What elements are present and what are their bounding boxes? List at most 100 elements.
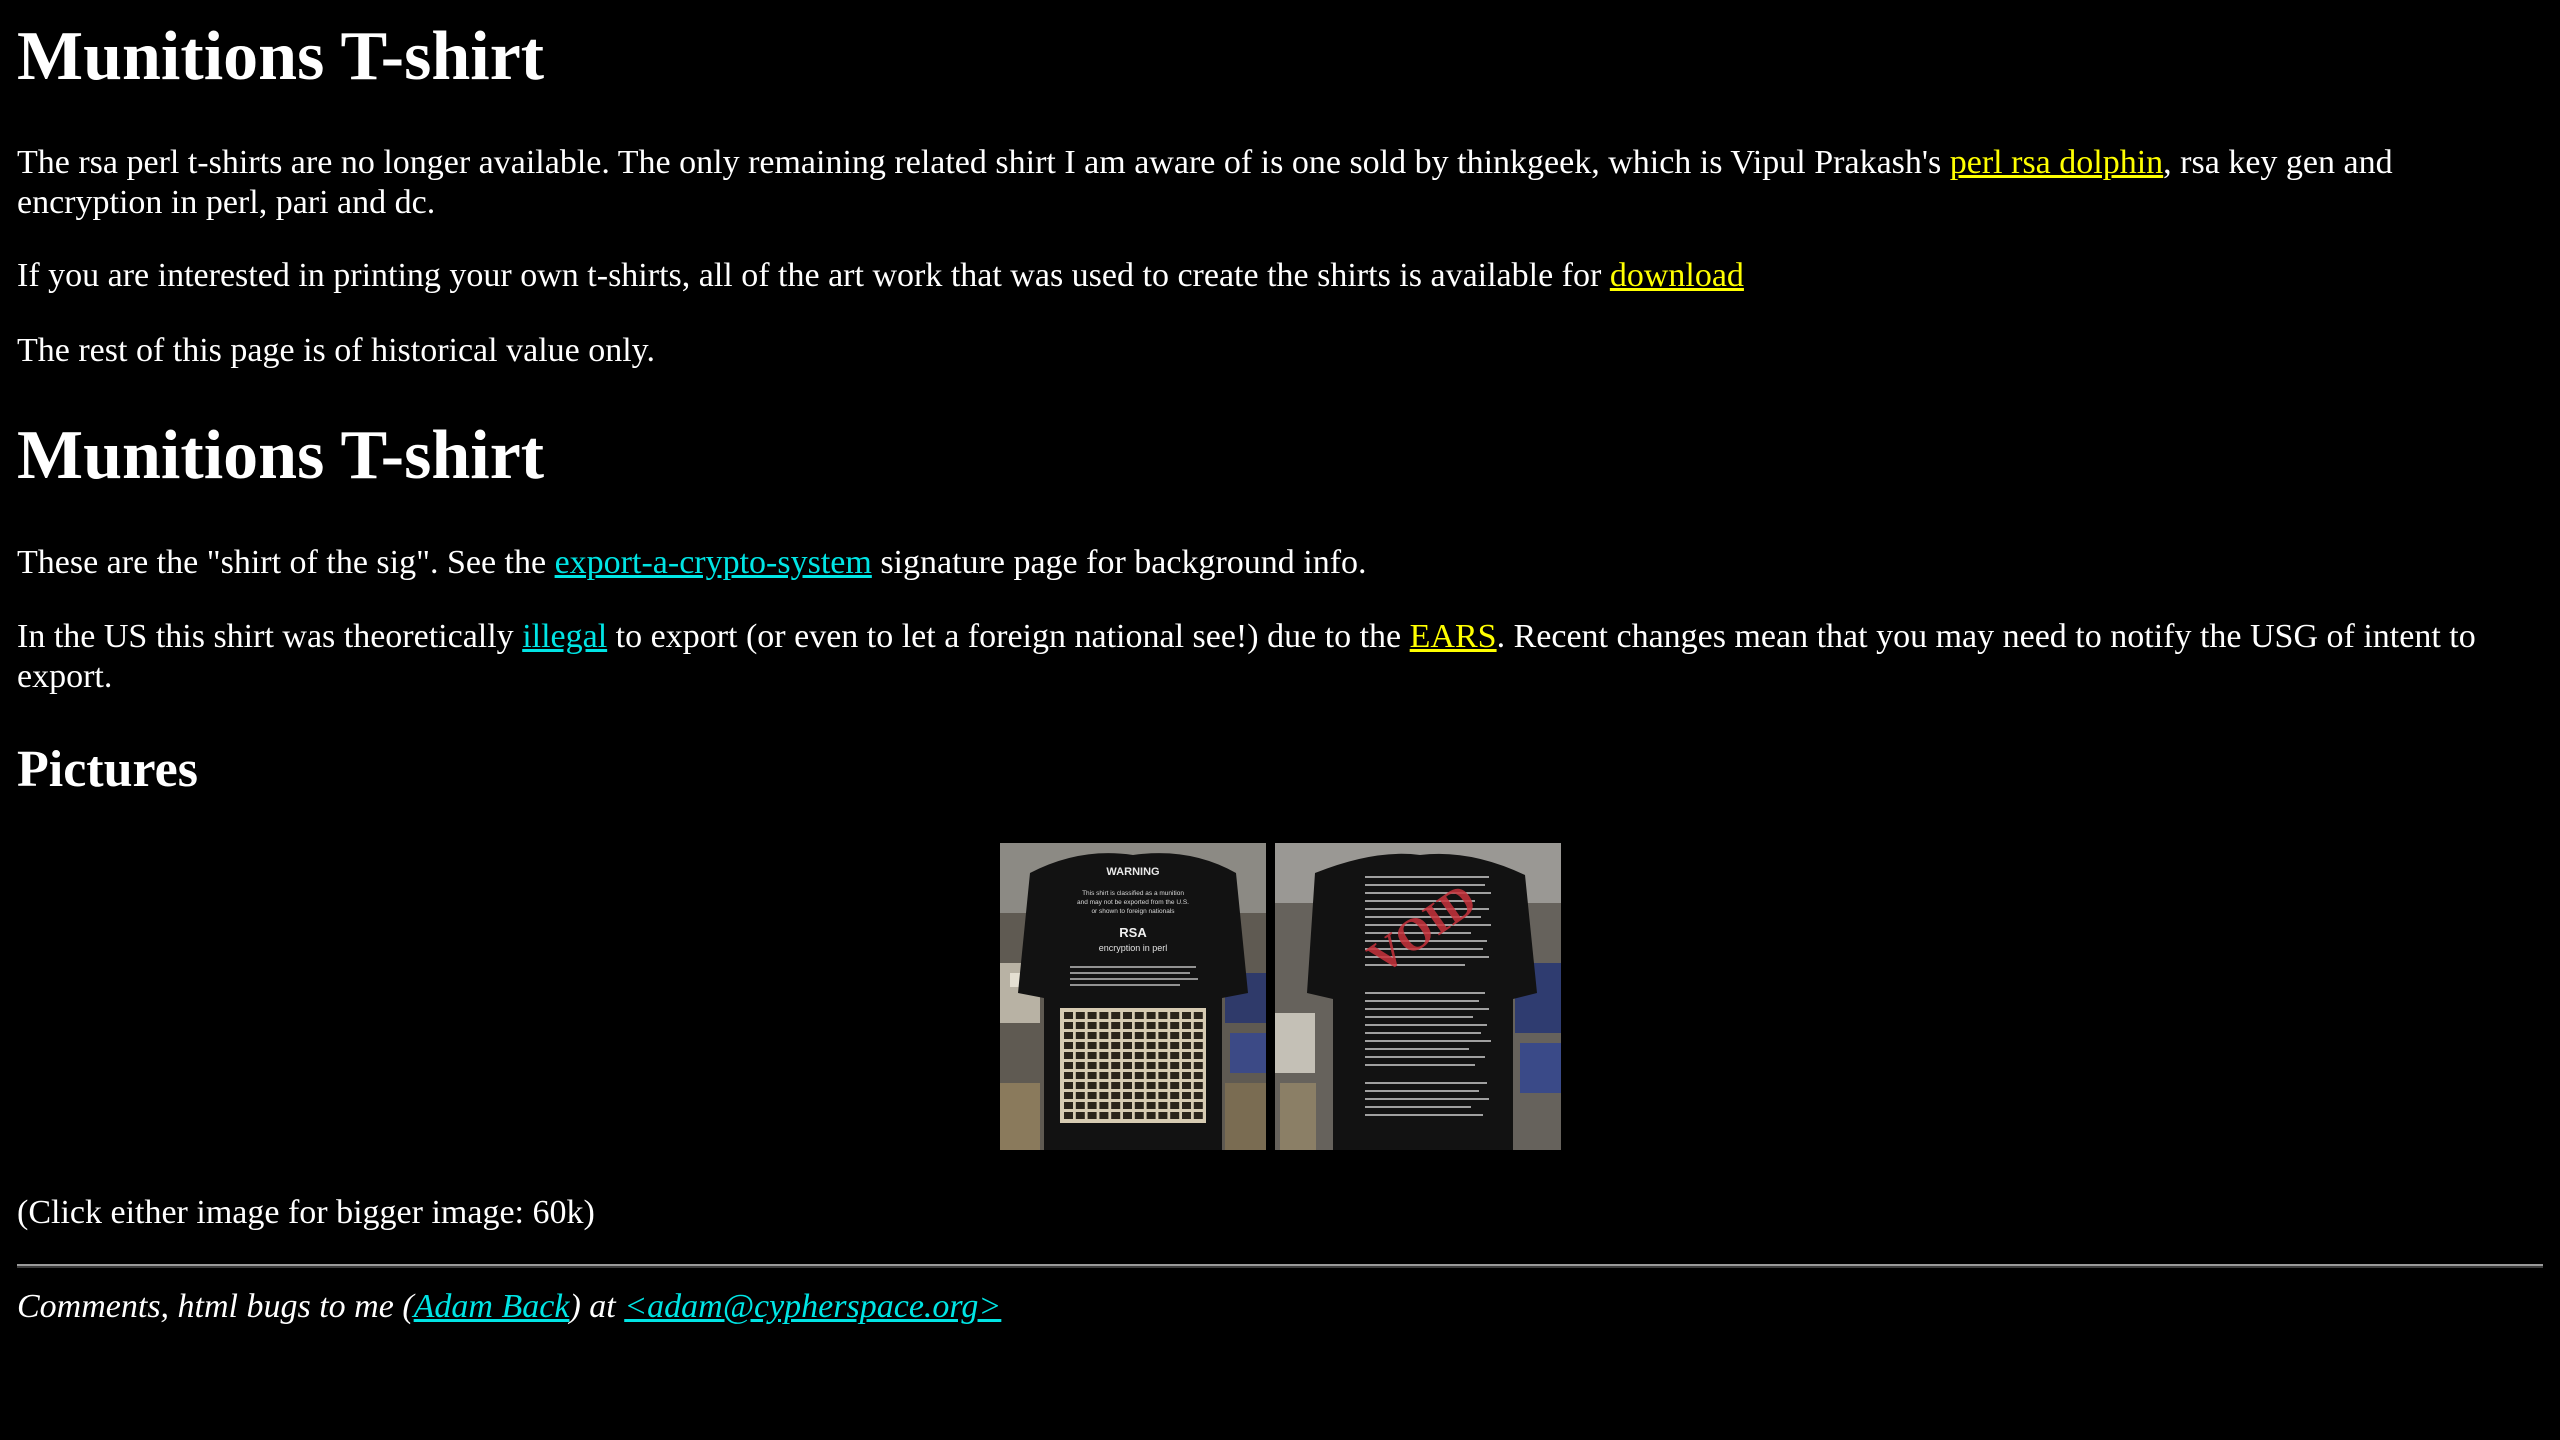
barcode-cell [1111,1082,1121,1089]
barcode-cell [1064,1082,1073,1089]
shirt-pictures: WARNING This shirt is classified as a mu… [1000,843,1561,1150]
barcode-cell [1111,1092,1121,1099]
barcode-cell [1075,1082,1085,1089]
barcode-cell [1087,1062,1097,1069]
barcode-cell [1099,1112,1109,1119]
barcode-cell [1123,1032,1132,1039]
barcode-cell [1182,1062,1191,1069]
barcode-cell [1170,1012,1180,1019]
front-rsa-text: RSA [1119,925,1147,940]
barcode-cell [1123,1062,1132,1069]
barcode-cell [1099,1062,1109,1069]
barcode-cell [1170,1042,1180,1049]
shirt-of-the-sig-paragraph: These are the "shirt of the sig". See th… [17,543,2543,583]
barcode-cell [1075,1032,1085,1039]
barcode-cell [1134,1082,1144,1089]
barcode-cell [1064,1102,1073,1109]
barcode-cell [1064,1032,1073,1039]
svg-text:This shirt is classified as a: This shirt is classified as a munition [1082,890,1184,897]
shirt-back-image[interactable]: VOID [1275,843,1561,1150]
barcode-cell [1146,1052,1156,1059]
barcode-cell [1064,1022,1073,1029]
barcode-cell [1123,1012,1132,1019]
barcode-cell [1064,1062,1073,1069]
barcode-cell [1170,1092,1180,1099]
barcode-cell [1158,1102,1168,1109]
barcode-cell [1123,1102,1132,1109]
barcode-cell [1111,1112,1121,1119]
barcode-cell [1123,1072,1132,1079]
front-small-print: This shirt is classified as a munition a… [1077,890,1189,915]
barcode-cell [1111,1102,1121,1109]
barcode-cell [1111,1062,1121,1069]
barcode-cell [1193,1032,1203,1039]
barcode-cell [1087,1082,1097,1089]
barcode-cell [1158,1012,1168,1019]
illegal-link[interactable]: illegal [522,618,607,655]
intro-text: The rsa perl t-shirts are no longer avai… [17,144,1950,181]
barcode-cell [1170,1102,1180,1109]
barcode-cell [1134,1062,1144,1069]
barcode-cell [1170,1032,1180,1039]
email-link[interactable]: <adam@cypherspace.org> [624,1288,1001,1325]
shirt-front-image[interactable]: WARNING This shirt is classified as a mu… [1000,843,1266,1150]
barcode-cell [1099,1052,1109,1059]
download-link[interactable]: download [1610,257,1744,294]
barcode-cell [1134,1072,1144,1079]
author-link[interactable]: Adam Back [414,1288,570,1325]
barcode-cell [1123,1042,1132,1049]
barcode-cell [1075,1022,1085,1029]
barcode-cell [1087,1012,1097,1019]
barcode-cell [1064,1052,1073,1059]
barcode-cell [1134,1112,1144,1119]
footer: Comments, html bugs to me (Adam Back) at… [17,1287,1001,1327]
barcode-cell [1182,1082,1191,1089]
barcode-cell [1134,1102,1144,1109]
barcode-cell [1064,1112,1073,1119]
barcode-cell [1087,1092,1097,1099]
barcode-cell [1123,1022,1132,1029]
barcode-cell [1123,1052,1132,1059]
barcode-cell [1075,1072,1085,1079]
barcode-cell [1099,1092,1109,1099]
barcode-cell [1099,1012,1109,1019]
barcode-cell [1146,1102,1156,1109]
barcode-cell [1134,1032,1144,1039]
barcode-cell [1123,1092,1132,1099]
barcode-cell [1170,1022,1180,1029]
page-title: Munitions T-shirt [17,18,545,95]
barcode-cell [1170,1062,1180,1069]
barcode-cell [1099,1072,1109,1079]
barcode-cell [1158,1062,1168,1069]
barcode-cell [1099,1022,1109,1029]
barcode-cell [1170,1082,1180,1089]
perl-rsa-dolphin-link[interactable]: perl rsa dolphin [1950,144,2163,181]
export-text-mid: to export (or even to let a foreign nati… [607,618,1410,655]
barcode-cell [1134,1012,1144,1019]
barcode-cell [1158,1082,1168,1089]
intro-paragraph: The rsa perl t-shirts are no longer avai… [17,143,2543,223]
ears-link[interactable]: EARS [1410,618,1497,655]
barcode-cell [1193,1102,1203,1109]
barcode-cell [1182,1012,1191,1019]
barcode-cell [1158,1022,1168,1029]
barcode-cell [1146,1082,1156,1089]
barcode-cell [1193,1022,1203,1029]
barcode-cell [1075,1102,1085,1109]
footer-text-mid: ) at [569,1288,625,1325]
barcode-cell [1182,1102,1191,1109]
pictures-heading: Pictures [17,741,198,798]
barcode-cell [1087,1112,1097,1119]
barcode-cell [1146,1092,1156,1099]
barcode-cell [1087,1032,1097,1039]
download-paragraph: If you are interested in printing your o… [17,256,2543,296]
barcode-cell [1075,1052,1085,1059]
front-warning-text: WARNING [1106,866,1159,878]
barcode-cell [1134,1022,1144,1029]
barcode-cell [1075,1012,1085,1019]
barcode-cell [1064,1072,1073,1079]
barcode-cell [1146,1112,1156,1119]
export-a-crypto-system-link[interactable]: export-a-crypto-system [555,544,872,581]
barcode-cell [1193,1112,1203,1119]
barcode-cell [1111,1072,1121,1079]
